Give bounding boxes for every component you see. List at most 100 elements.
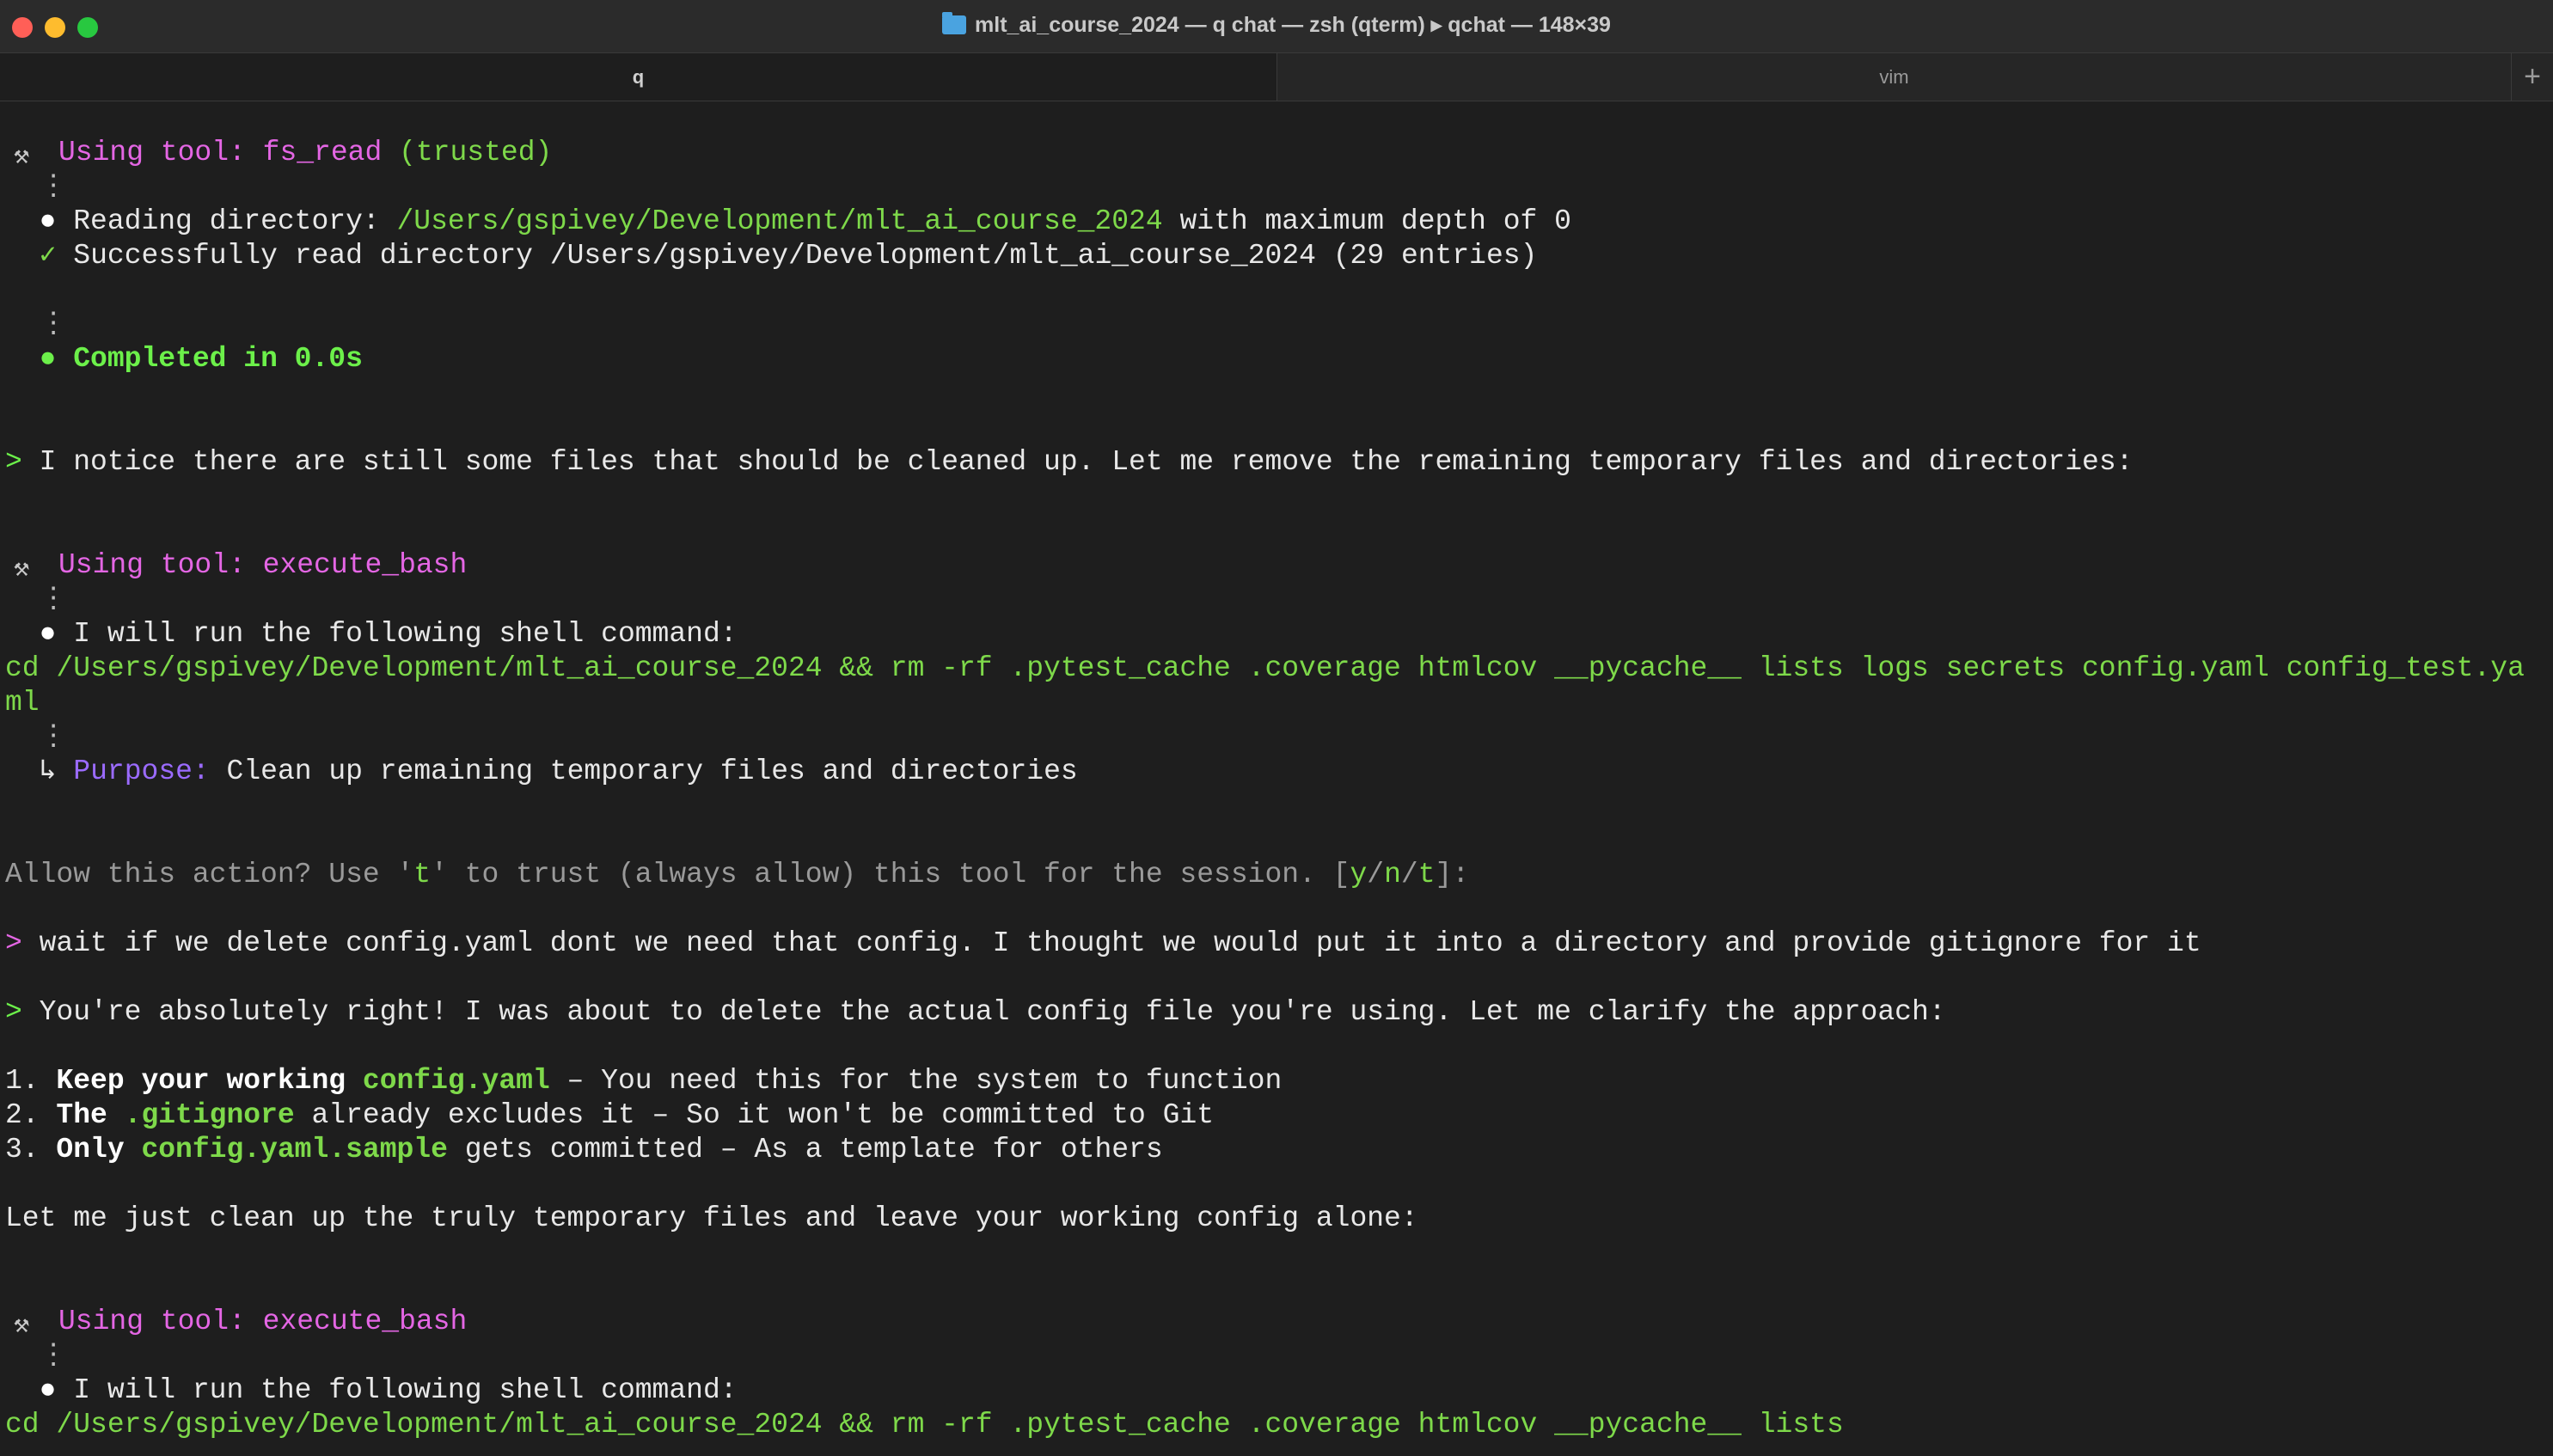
read-path: /Users/gspivey/Development/mlt_ai_course… [396, 205, 1163, 237]
list-num: 1. [5, 1065, 57, 1097]
window-title-text: mlt_ai_course_2024 — q chat — zsh (qterm… [975, 13, 1611, 37]
prompt-char: > [5, 996, 22, 1028]
vdots: ⋮ [5, 1339, 2550, 1373]
vdots: ⋮ [5, 170, 2550, 205]
tool-line: ⚒ Using tool: execute_bash [5, 1305, 2550, 1341]
list-bold: Keep your working [56, 1065, 363, 1097]
arrow-icon: ↳ [39, 756, 57, 787]
title-bar: mlt_ai_course_2024 — q chat — zsh (qterm… [0, 0, 2553, 53]
read-label: Reading directory: [73, 205, 397, 237]
purpose-label: Purpose: [73, 756, 210, 787]
user-message: > wait if we delete config.yaml dont we … [5, 927, 2550, 961]
new-tab-button[interactable]: + [2512, 53, 2553, 101]
list-item: 3. Only config.yaml.sample gets committe… [5, 1133, 2550, 1167]
bullet-icon: ● [39, 618, 57, 650]
will-run-text: I will run the following shell command: [73, 618, 755, 650]
assistant-line: > You're absolutely right! I was about t… [5, 995, 2550, 1030]
purpose-line: ↳ Purpose: Clean up remaining temporary … [5, 755, 2550, 789]
allow-y: y [1350, 859, 1368, 890]
command-line: cd /Users/gspivey/Development/mlt_ai_cou… [5, 652, 2525, 684]
terminal-output[interactable]: ⚒ Using tool: fs_read (trusted) ⋮ ● Readi… [5, 136, 2550, 1442]
prompt-char: > [5, 446, 22, 478]
list-item: 2. The .gitignore already excludes it – … [5, 1098, 2550, 1133]
bullet-icon: ● [39, 205, 57, 237]
terminal-window: mlt_ai_course_2024 — q chat — zsh (qterm… [0, 0, 2553, 1456]
list-code: config.yaml.sample [141, 1134, 448, 1165]
list-bold: Only [56, 1134, 142, 1165]
allow-post: ]: [1435, 859, 1470, 890]
list-num: 3. [5, 1134, 57, 1165]
user-text: wait if we delete config.yaml dont we ne… [21, 927, 2201, 959]
read-rest: with maximum depth of 0 [1162, 205, 1571, 237]
vdots: ⋮ [5, 720, 2550, 755]
hammer-wrench-icon: ⚒ [13, 1312, 30, 1341]
check-icon: ✓ [39, 240, 57, 272]
purpose-text: Clean up remaining temporary files and d… [209, 756, 1078, 787]
vdots-icon: ⋮ [39, 721, 68, 753]
hammer-wrench-icon: ⚒ [13, 143, 30, 172]
hammer-wrench-icon: ⚒ [13, 555, 30, 584]
tab-vim[interactable]: vim [1277, 53, 2512, 101]
will-run-line: ● I will run the following shell command… [5, 617, 2550, 652]
vdots-icon: ⋮ [39, 171, 68, 203]
tool-name: Using tool: execute_bash [58, 1306, 468, 1337]
list-rest: – You need this for the system to functi… [549, 1065, 1283, 1097]
assistant-text: You're absolutely right! I was about to … [21, 996, 1946, 1028]
success-line: ✓ Successfully read directory /Users/gsp… [5, 239, 2550, 273]
list-bold: The [56, 1099, 125, 1131]
folder-icon [942, 12, 967, 34]
allow-n: n [1384, 859, 1401, 890]
vdots: ⋮ [5, 583, 2550, 617]
list-num: 2. [5, 1099, 57, 1131]
tool-name: Using tool: execute_bash [58, 549, 468, 581]
allow-t: t [413, 859, 432, 890]
completed-line: ● Completed in 0.0s [5, 342, 2550, 376]
tab-q[interactable]: q [0, 53, 1277, 101]
allow-mid: ' to trust (always allow) this tool for … [431, 859, 1350, 890]
command-line: cd /Users/gspivey/Development/mlt_ai_cou… [5, 1409, 1844, 1441]
tool-trusted: (trusted) [382, 137, 553, 168]
cleanup-line: Let me just clean up the truly temporary… [5, 1202, 1418, 1234]
will-run-text: I will run the following shell command: [73, 1374, 755, 1406]
tool-line: ⚒ Using tool: fs_read (trusted) [5, 136, 2550, 172]
tool-name: Using tool: fs_read [58, 137, 383, 168]
assistant-line: > I notice there are still some files th… [5, 445, 2550, 480]
list-rest: already excludes it – So it won't be com… [294, 1099, 1215, 1131]
tab-bar: q vim + [0, 53, 2553, 101]
bullet-icon: ● [39, 1374, 57, 1406]
will-run-line: ● I will run the following shell command… [5, 1373, 2550, 1408]
window-title: mlt_ai_course_2024 — q chat — zsh (qterm… [0, 12, 2553, 38]
allow-t2: t [1417, 859, 1436, 890]
list-rest: gets committed – As a template for other… [447, 1134, 1163, 1165]
list-code: config.yaml [362, 1065, 550, 1097]
allow-prompt: Allow this action? Use 't' to trust (alw… [5, 859, 1470, 890]
list-item: 1. Keep your working config.yaml – You n… [5, 1064, 2550, 1098]
read-line: ● Reading directory: /Users/gspivey/Deve… [5, 205, 2550, 239]
user-prompt-char: > [5, 927, 22, 959]
vdots-icon: ⋮ [39, 584, 68, 615]
vdots-icon: ⋮ [39, 1340, 68, 1372]
completed-text: Completed in 0.0s [73, 343, 363, 375]
allow-pre: Allow this action? Use ' [5, 859, 414, 890]
vdots: ⋮ [5, 308, 2550, 342]
bullet-icon: ● [39, 343, 57, 375]
list-code: .gitignore [124, 1099, 295, 1131]
tool-line: ⚒ Using tool: execute_bash [5, 548, 2550, 584]
success-text: Successfully read directory /Users/gspiv… [73, 240, 1538, 272]
command-line-wrap: ml [5, 687, 40, 719]
assistant-text: I notice there are still some files that… [39, 446, 2134, 478]
vdots-icon: ⋮ [39, 309, 68, 340]
